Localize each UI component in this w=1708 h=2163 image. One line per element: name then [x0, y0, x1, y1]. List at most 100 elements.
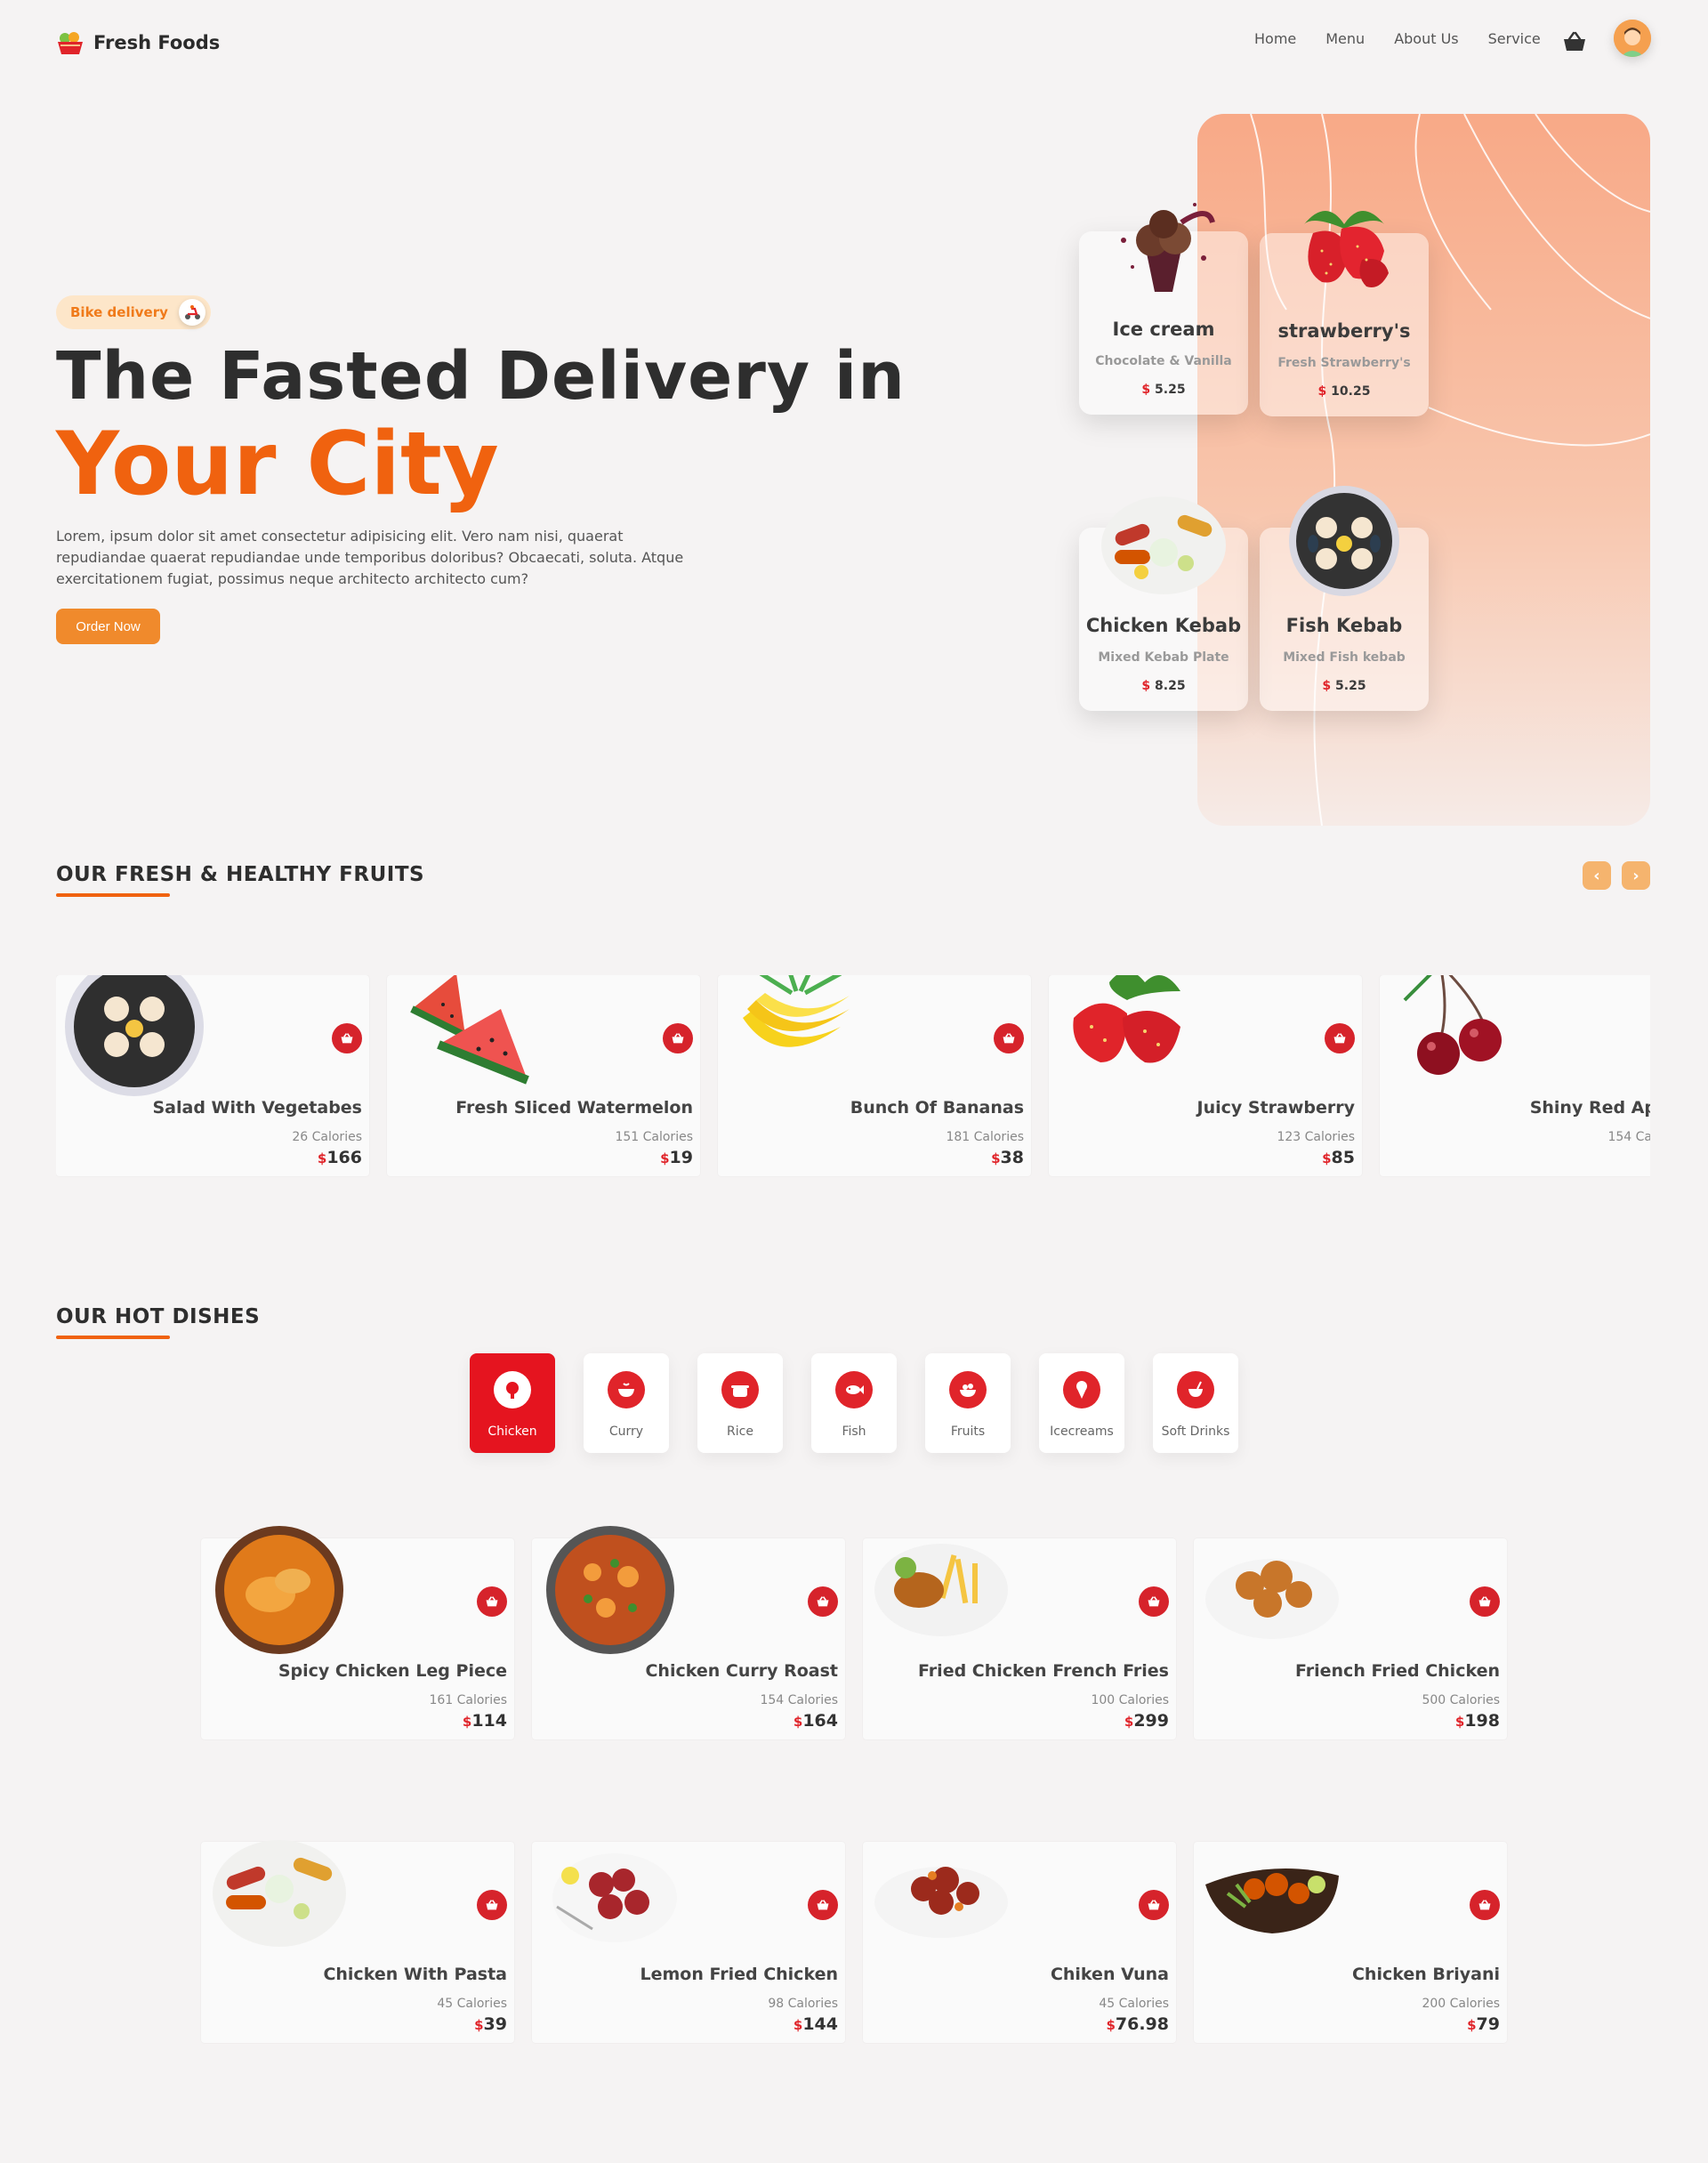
- fruit-bowl-icon: [949, 1371, 987, 1408]
- bananas-image: [725, 975, 867, 1098]
- category-label: Soft Drinks: [1161, 1425, 1230, 1439]
- nav-menu[interactable]: Menu: [1325, 30, 1365, 47]
- brand-logo[interactable]: Fresh Foods: [56, 29, 220, 56]
- panel-wave-lines: [1250, 114, 1650, 826]
- item-calories: 45 Calories: [1099, 1997, 1169, 2011]
- add-to-cart-button[interactable]: [477, 1586, 507, 1617]
- lemon-fried-chicken-image: [539, 1822, 681, 1965]
- price-value: 5.25: [1335, 679, 1366, 693]
- currency-symbol: $: [1106, 2017, 1116, 2033]
- category-icecreams[interactable]: Icecreams: [1039, 1353, 1124, 1453]
- nav-about-us[interactable]: About Us: [1394, 30, 1458, 47]
- add-to-cart-button[interactable]: [477, 1890, 507, 1920]
- item-calories: 154 Calories: [760, 1693, 838, 1707]
- category-soft-drinks[interactable]: Soft Drinks: [1153, 1353, 1238, 1453]
- basket-icon: [817, 1900, 829, 1910]
- nav-service[interactable]: Service: [1488, 30, 1541, 47]
- price-value: 38: [1000, 1148, 1024, 1167]
- dish-card[interactable]: Chiken Vuna 45 Calories $76.98: [863, 1842, 1176, 2043]
- hero-card-chicken-kebab[interactable]: Chicken Kebab Mixed Kebab Plate $ 8.25: [1079, 496, 1248, 711]
- add-to-cart-button[interactable]: [1470, 1890, 1500, 1920]
- item-title: Bunch Of Bananas: [850, 1098, 1024, 1118]
- item-price: $198: [1455, 1711, 1500, 1731]
- dish-card[interactable]: Fried Chicken French Fries 100 Calories …: [863, 1538, 1176, 1739]
- currency-symbol: $: [474, 2017, 484, 2033]
- dishes-section-title: OUR HOT DISHES: [56, 1305, 261, 1328]
- hero-card-subtitle: Mixed Fish kebab: [1283, 650, 1406, 665]
- currency-symbol: $: [1141, 383, 1151, 397]
- add-to-cart-button[interactable]: [808, 1890, 838, 1920]
- add-to-cart-button[interactable]: [994, 1023, 1024, 1053]
- category-fish[interactable]: Fish: [811, 1353, 897, 1453]
- dish-card[interactable]: Spicy Chicken Leg Piece 161 Calories $11…: [201, 1526, 514, 1739]
- dish-card[interactable]: Chicken Briyani 200 Calories $79: [1194, 1842, 1507, 2043]
- category-rice[interactable]: Rice: [697, 1353, 783, 1453]
- item-title: Friench Fried Chicken: [1295, 1661, 1500, 1681]
- item-price: $166: [318, 1148, 362, 1167]
- add-to-cart-button[interactable]: [1139, 1586, 1169, 1617]
- user-avatar[interactable]: [1614, 20, 1651, 57]
- category-fruits[interactable]: Fruits: [925, 1353, 1011, 1453]
- currency-symbol: $: [793, 2017, 803, 2033]
- chicken-leg-curry-image: [208, 1519, 350, 1661]
- category-label: Fruits: [950, 1425, 986, 1439]
- item-title: Chicken With Pasta: [323, 1965, 507, 1984]
- price-value: 164: [802, 1711, 838, 1731]
- chicken-briyani-image: [1201, 1822, 1343, 1965]
- fruit-card[interactable]: Shiny Red Apple 154 Calories $65: [1380, 975, 1650, 1176]
- fruits-title-underline: [56, 893, 170, 897]
- add-to-cart-button[interactable]: [332, 1023, 362, 1053]
- item-calories: 98 Calories: [768, 1997, 838, 2011]
- item-price: $19: [660, 1148, 693, 1167]
- cart-icon[interactable]: [1562, 30, 1587, 53]
- strawberry-image: [1056, 975, 1198, 1098]
- dish-card[interactable]: Lemon Fried Chicken 98 Calories $144: [532, 1842, 845, 2043]
- add-to-cart-button[interactable]: [663, 1023, 693, 1053]
- chicken-kebab-image: [1097, 483, 1230, 599]
- add-to-cart-button[interactable]: [1139, 1890, 1169, 1920]
- fruit-card[interactable]: Juicy Strawberry 123 Calories $85: [1049, 975, 1362, 1176]
- hero-title: The Fasted Delivery in: [56, 338, 906, 415]
- category-label: Curry: [608, 1425, 644, 1439]
- hero-showcase-panel: [1197, 114, 1650, 826]
- category-chicken[interactable]: Chicken: [470, 1353, 555, 1453]
- cherry-image: [1387, 975, 1529, 1098]
- fruits-prev-button[interactable]: ‹: [1583, 861, 1611, 890]
- fruits-next-button[interactable]: ›: [1622, 861, 1650, 890]
- strawberry-image: [1277, 189, 1411, 304]
- category-label: Rice: [727, 1425, 753, 1439]
- dish-card[interactable]: Friench Fried Chicken 500 Calories $198: [1194, 1538, 1507, 1739]
- fruit-card[interactable]: Bunch Of Bananas 181 Calories $38: [718, 975, 1031, 1176]
- dish-card[interactable]: Chicken With Pasta 45 Calories $39: [201, 1840, 514, 2043]
- hero-card-ice-cream[interactable]: Ice cream Chocolate & Vanilla $ 5.25: [1079, 203, 1248, 415]
- hero-card-price: $ 10.25: [1260, 384, 1429, 399]
- chicken-icon: [494, 1371, 531, 1408]
- nav-home[interactable]: Home: [1254, 30, 1296, 47]
- order-now-button[interactable]: Order Now: [56, 609, 160, 644]
- item-title: Chicken Briyani: [1351, 1965, 1500, 1984]
- add-to-cart-button[interactable]: [1470, 1586, 1500, 1617]
- french-fried-chicken-image: [1201, 1519, 1343, 1661]
- hero-accent-title: Your City: [56, 414, 499, 515]
- item-title: Chiken Vuna: [1050, 1965, 1169, 1984]
- price-value: 10.25: [1331, 384, 1371, 399]
- basket-icon: [672, 1033, 684, 1044]
- hero-card-fish-kebab[interactable]: Fish Kebab Mixed Fish kebab $ 5.25: [1260, 486, 1429, 711]
- price-value: 114: [471, 1711, 507, 1731]
- add-to-cart-button[interactable]: [1325, 1023, 1355, 1053]
- item-title: Chicken Curry Roast: [645, 1661, 838, 1681]
- fruits-section-title: OUR FRESH & HEALTHY FRUITS: [56, 863, 425, 886]
- hero-card-strawberry[interactable]: strawberry's Fresh Strawberry's $ 10.25: [1260, 211, 1429, 416]
- fruit-card[interactable]: Salad With Vegetabes 26 Calories $166: [56, 975, 369, 1176]
- dish-card[interactable]: Chicken Curry Roast 154 Calories $164: [532, 1526, 845, 1739]
- item-calories: 45 Calories: [437, 1997, 507, 2011]
- item-title: Shiny Red Apple: [1529, 1098, 1650, 1118]
- basket-icon: [1148, 1900, 1160, 1910]
- fruits-carousel[interactable]: Salad With Vegetabes 26 Calories $166 Fr…: [56, 975, 1650, 1189]
- add-to-cart-button[interactable]: [808, 1586, 838, 1617]
- fruit-card[interactable]: Fresh Sliced Watermelon 151 Calories $19: [387, 975, 700, 1176]
- currency-symbol: $: [991, 1150, 1001, 1166]
- category-curry[interactable]: Curry: [584, 1353, 669, 1453]
- basket-logo-icon: [56, 29, 85, 56]
- currency-symbol: $: [793, 1714, 803, 1730]
